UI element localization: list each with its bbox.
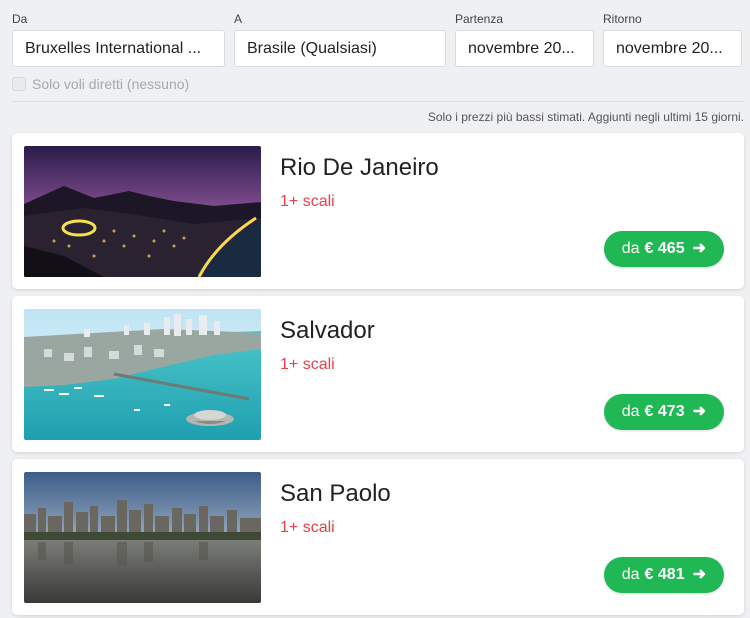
from-label: Da: [12, 12, 28, 26]
direct-only-option[interactable]: Solo voli diretti (nessuno): [12, 76, 189, 92]
stops-label: 1+ scali: [280, 356, 335, 373]
result-card-salvador[interactable]: Salvador 1+ scali da € 473 ➜: [12, 296, 744, 452]
direct-only-checkbox[interactable]: [12, 77, 26, 91]
price-value: € 481: [644, 566, 685, 583]
depart-date-field[interactable]: novembre 20...: [455, 30, 594, 67]
return-label: Ritorno: [603, 12, 642, 26]
city-photo: [24, 472, 261, 603]
price-prefix: da: [621, 566, 640, 583]
city-name: Salvador: [280, 317, 375, 344]
price-value: € 465: [644, 240, 685, 257]
depart-label: Partenza: [455, 12, 504, 26]
result-card-rio[interactable]: Rio De Janeiro 1+ scali da € 465 ➜: [12, 133, 744, 289]
price-button[interactable]: da € 473 ➜: [603, 394, 724, 430]
divider: [12, 101, 744, 102]
arrow-right-icon: ➜: [692, 566, 706, 583]
arrow-right-icon: ➜: [692, 403, 706, 420]
price-button[interactable]: da € 465 ➜: [603, 231, 724, 267]
city-name: Rio De Janeiro: [280, 154, 439, 181]
city-photo: [24, 146, 261, 277]
direct-only-label: Solo voli diretti (nessuno): [32, 76, 190, 92]
result-card-san-paolo[interactable]: San Paolo 1+ scali da € 481 ➜: [12, 459, 744, 615]
price-prefix: da: [621, 403, 640, 420]
city-photo: [24, 309, 261, 440]
to-label: A: [234, 12, 243, 26]
price-value: € 473: [644, 403, 685, 420]
from-field[interactable]: Bruxelles International ...: [12, 30, 225, 67]
city-name: San Paolo: [280, 480, 391, 507]
price-note: Solo i prezzi più bassi stimati. Aggiunt…: [427, 110, 744, 124]
price-prefix: da: [621, 240, 640, 257]
price-button[interactable]: da € 481 ➜: [603, 557, 724, 593]
stops-label: 1+ scali: [280, 193, 335, 210]
arrow-right-icon: ➜: [692, 240, 706, 257]
to-field[interactable]: Brasile (Qualsiasi): [234, 30, 446, 67]
return-date-field[interactable]: novembre 20...: [603, 30, 742, 67]
stops-label: 1+ scali: [280, 519, 335, 536]
